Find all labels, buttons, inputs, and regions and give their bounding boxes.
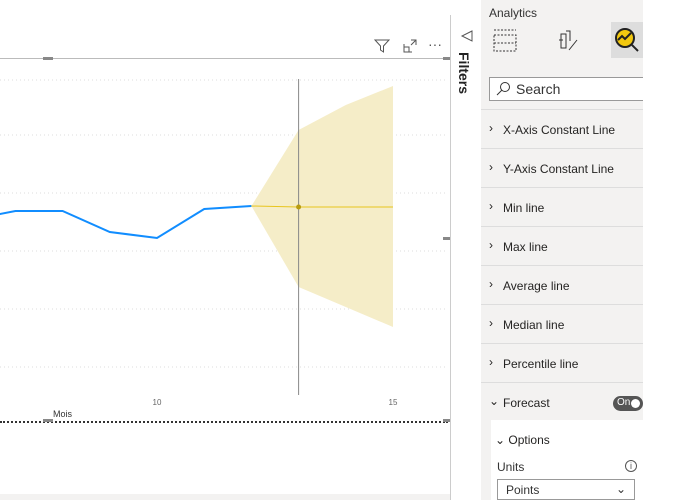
chevron-right-icon: › [489, 316, 493, 330]
resize-handle [443, 57, 450, 60]
analytics-section[interactable]: › Median line [481, 304, 643, 343]
section-label: Min line [503, 201, 545, 215]
chevron-down-icon: ⌄ [495, 433, 509, 447]
info-icon[interactable]: i [625, 460, 637, 472]
analytics-section[interactable]: › Min line [481, 187, 643, 226]
chevron-right-icon: › [489, 121, 493, 135]
resize-handle [443, 419, 450, 422]
section-label: Max line [503, 240, 548, 254]
units-value: Points [506, 483, 540, 497]
units-select[interactable]: Points ⌄ [497, 479, 635, 500]
search-input[interactable]: Search [489, 77, 649, 101]
toggle-label: On [617, 397, 631, 408]
section-label: Percentile line [503, 357, 579, 371]
chevron-right-icon: › [489, 199, 493, 213]
search-icon [496, 82, 510, 96]
format-paintbrush-icon[interactable] [551, 26, 583, 56]
chevron-right-icon: › [489, 238, 493, 252]
analytics-section[interactable]: › Average line [481, 265, 643, 304]
section-label: Average line [503, 279, 570, 293]
analytics-section[interactable]: › Max line [481, 226, 643, 265]
options-label: Options [508, 433, 550, 447]
canvas-bottom-strip [0, 494, 450, 500]
chevron-right-icon: › [489, 355, 493, 369]
units-label: Units [497, 460, 525, 474]
analytics-section[interactable]: › Y-Axis Constant Line [481, 148, 643, 187]
section-label: X-Axis Constant Line [503, 123, 616, 137]
filters-label[interactable]: Filters [456, 52, 472, 94]
analytics-tab[interactable] [611, 22, 643, 58]
resize-handle [43, 419, 53, 422]
section-label: Median line [503, 318, 565, 332]
forecast-label: Forecast [503, 396, 550, 410]
resize-handle [443, 237, 450, 240]
x-tick-label: 15 [389, 398, 398, 407]
chevron-right-icon: › [489, 160, 493, 174]
x-tick-label: 10 [153, 398, 162, 407]
actual-series-line [0, 205, 252, 240]
chevron-down-icon: ⌄ [489, 394, 500, 408]
forecast-toggle[interactable]: On [613, 396, 643, 411]
chevron-down-icon: ⌄ [615, 482, 626, 496]
section-label: Y-Axis Constant Line [503, 162, 614, 176]
resize-handle [43, 57, 53, 60]
fields-tab-icon[interactable] [489, 26, 521, 56]
analytics-magnifier-icon [615, 28, 639, 52]
forecast-line-chart: 10 15 Mois [0, 57, 450, 422]
x-axis-title: Mois [53, 409, 73, 419]
options-section[interactable]: ⌄ Options [495, 433, 550, 447]
analytics-section[interactable]: › X-Axis Constant Line [481, 109, 643, 148]
analytics-pane: Analytics Search › X-Axis Constant Line › Y… [481, 0, 649, 500]
analytics-title: Analytics [489, 6, 538, 20]
forecast-section[interactable]: ⌄ Forecast On [481, 382, 643, 421]
pane-scroll-area [643, 0, 674, 500]
forecast-point [296, 204, 302, 210]
chevron-right-icon: › [489, 277, 493, 291]
collapse-filters-icon[interactable] [460, 29, 474, 43]
analytics-section[interactable]: › Percentile line [481, 343, 643, 382]
